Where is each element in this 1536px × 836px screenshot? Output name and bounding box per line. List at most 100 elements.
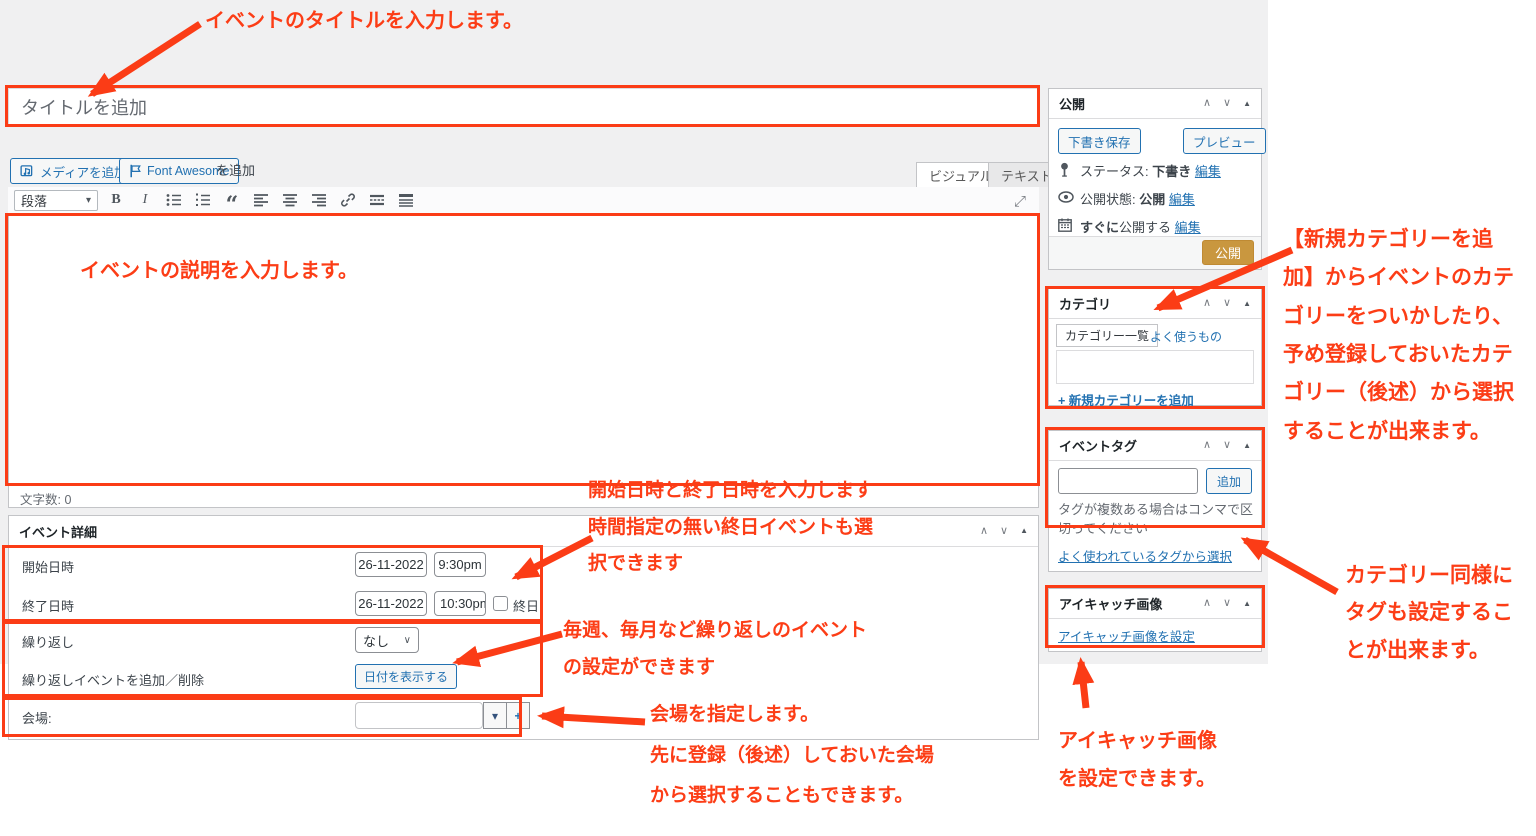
char-count: 文字数: 0	[20, 489, 71, 508]
tag-input[interactable]	[1058, 468, 1198, 494]
read-more-tag-icon[interactable]	[366, 190, 388, 211]
category-panel-title: カテゴリ	[1059, 294, 1111, 313]
move-up-icon[interactable]: ∧	[1203, 598, 1211, 609]
venue-dropdown-button[interactable]: ▾	[483, 702, 507, 729]
move-up-icon[interactable]: ∧	[980, 526, 988, 537]
visibility-row: 公開状態: 公開 編集	[1058, 189, 1195, 208]
move-up-icon[interactable]: ∧	[1203, 298, 1211, 309]
end-time-input[interactable]: 10:30pm	[434, 591, 486, 616]
all-day-checkbox[interactable]	[493, 596, 508, 611]
numbered-list-icon[interactable]	[192, 190, 214, 211]
status-row: ステータス: 下書き 編集	[1058, 161, 1221, 180]
status-value: 下書き	[1152, 164, 1191, 179]
chevron-down-icon: ▾	[86, 195, 91, 206]
publish-button[interactable]: 公開	[1202, 240, 1254, 265]
note-description: イベントの説明を入力します。	[80, 258, 358, 285]
bold-icon[interactable]: B	[105, 190, 127, 211]
fullscreen-icon[interactable]: ⤢	[1014, 193, 1026, 210]
shortcode-suffix-label: を追加	[216, 160, 255, 179]
move-down-icon[interactable]: ∨	[1223, 298, 1231, 309]
move-down-icon[interactable]: ∨	[1000, 526, 1008, 537]
media-icon	[20, 164, 35, 179]
move-down-icon[interactable]: ∨	[1223, 98, 1231, 109]
note-recurrence: 毎週、毎月など繰り返しのイベント の設定ができます	[563, 618, 867, 680]
editor-toolbar: 段落 ▾ B I “	[8, 187, 1039, 214]
flag-icon	[129, 164, 142, 178]
start-datetime-label: 開始日時	[22, 557, 74, 576]
editor-content-area[interactable]	[8, 187, 1039, 508]
move-down-icon[interactable]: ∨	[1223, 440, 1231, 451]
event-details-title: イベント詳細	[19, 522, 97, 541]
status-label: ステータス:	[1080, 164, 1149, 179]
event-title-input[interactable]: タイトルを追加	[8, 88, 1039, 126]
add-tag-button[interactable]: 追加	[1206, 468, 1252, 494]
preview-button[interactable]: プレビュー	[1183, 128, 1266, 154]
align-left-icon[interactable]	[250, 190, 272, 211]
tab-all-categories[interactable]: カテゴリー一覧	[1056, 324, 1158, 347]
start-time-input[interactable]: 9:30pm	[434, 552, 486, 577]
save-draft-button[interactable]: 下書き保存	[1058, 128, 1141, 154]
featured-image-panel-title: アイキャッチ画像	[1059, 594, 1162, 613]
pin-icon	[1058, 162, 1071, 177]
align-right-icon[interactable]	[308, 190, 330, 211]
arrow-featured	[1081, 662, 1086, 708]
collapse-toggle-icon[interactable]: ▲	[1020, 527, 1028, 535]
show-dates-button[interactable]: 日付を表示する	[355, 664, 457, 689]
paragraph-style-select[interactable]: 段落 ▾	[14, 190, 98, 211]
screenshot-canvas: タイトルを追加 メディアを追加 Font Awesome を追加 ビジュアル テ…	[0, 0, 1536, 836]
recurrence-value: なし	[363, 631, 389, 650]
schedule-edit-link[interactable]: 編集	[1175, 220, 1201, 235]
event-tag-panel-title: イベントタグ	[1059, 436, 1137, 455]
set-featured-image-link[interactable]: アイキャッチ画像を設定	[1058, 626, 1195, 645]
note-title: イベントのタイトルを入力します。	[205, 8, 523, 35]
add-media-label: メディアを追加	[40, 162, 127, 181]
schedule-row: すぐに公開する 編集	[1058, 217, 1201, 236]
move-up-icon[interactable]: ∧	[1203, 440, 1211, 451]
schedule-label: 公開する	[1119, 220, 1171, 235]
schedule-label-bold: すぐに	[1080, 220, 1119, 235]
venue-label: 会場:	[22, 708, 52, 727]
calendar-icon	[1058, 218, 1072, 232]
all-day-label: 終日	[513, 596, 539, 615]
collapse-toggle-icon[interactable]: ▲	[1243, 300, 1251, 308]
venue-add-button[interactable]: +	[506, 702, 530, 729]
status-edit-link[interactable]: 編集	[1195, 164, 1221, 179]
blockquote-icon[interactable]: “	[221, 190, 243, 211]
toolbar-toggle-icon[interactable]	[395, 190, 417, 211]
note-tags: カテゴリー同様に タグも設定するこ とが出来ます。	[1345, 562, 1513, 665]
link-icon[interactable]	[337, 190, 359, 211]
collapse-toggle-icon[interactable]: ▲	[1243, 600, 1251, 608]
recurrence-label: 繰り返し	[22, 632, 74, 651]
category-panel: カテゴリ ∧ ∨ ▲	[1048, 288, 1262, 406]
eye-icon	[1058, 191, 1074, 203]
note-venue: 会場を指定します。 先に登録（後述）しておいた会場 から選択することもできます。	[650, 702, 934, 809]
move-down-icon[interactable]: ∨	[1223, 598, 1231, 609]
chevron-down-icon: ∨	[404, 635, 411, 646]
note-featured: アイキャッチ画像 を設定できます。	[1058, 728, 1217, 793]
tag-hint-text: タグが複数ある場合はコンマで区切ってください	[1058, 500, 1256, 538]
tab-popular-categories[interactable]: よく使うもの	[1150, 328, 1222, 345]
add-media-button[interactable]: メディアを追加	[10, 158, 137, 184]
align-center-icon[interactable]	[279, 190, 301, 211]
collapse-toggle-icon[interactable]: ▲	[1243, 100, 1251, 108]
publish-panel-title: 公開	[1059, 94, 1085, 113]
category-list-box[interactable]	[1056, 350, 1254, 384]
visibility-label: 公開状態:	[1080, 192, 1136, 207]
start-date-input[interactable]: 26-11-2022	[355, 552, 427, 577]
end-date-input[interactable]: 26-11-2022	[355, 591, 427, 616]
note-category: 【新規カテゴリーを追 加】からイベントのカテ ゴリーをついかしたり、 予め登録し…	[1283, 226, 1514, 446]
choose-from-tags-link[interactable]: よく使われているタグから選択	[1058, 546, 1232, 565]
move-up-icon[interactable]: ∧	[1203, 98, 1211, 109]
paragraph-select-label: 段落	[21, 191, 47, 210]
add-new-category-link[interactable]: + 新規カテゴリーを追加	[1058, 390, 1194, 409]
venue-input[interactable]	[355, 702, 483, 729]
visibility-edit-link[interactable]: 編集	[1169, 192, 1195, 207]
recurrence-add-label: 繰り返しイベントを追加／削除	[22, 670, 204, 689]
recurrence-select[interactable]: なし ∨	[355, 627, 419, 653]
bullet-list-icon[interactable]	[163, 190, 185, 211]
end-datetime-label: 終了日時	[22, 596, 74, 615]
italic-icon[interactable]: I	[134, 190, 156, 211]
note-datetime: 開始日時と終了日時を入力します 時間指定の無い終日イベントも選 択できます	[588, 478, 873, 577]
visibility-value: 公開	[1139, 192, 1165, 207]
collapse-toggle-icon[interactable]: ▲	[1243, 442, 1251, 450]
